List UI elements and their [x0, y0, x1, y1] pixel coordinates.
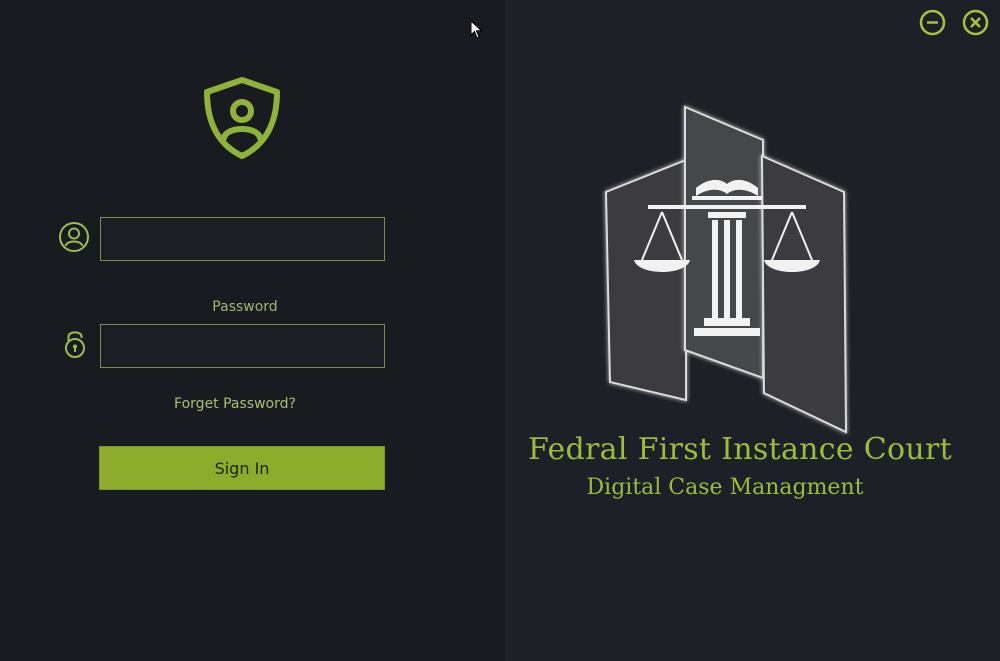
x-circle-icon[interactable] [962, 9, 989, 36]
password-label: Password [212, 299, 278, 315]
sign-in-button[interactable]: Sign In [99, 446, 385, 490]
login-window: Password Forget Password? Sign In Fedral… [0, 0, 1000, 661]
password-input[interactable] [100, 324, 385, 368]
scales-of-justice-icon [604, 105, 848, 434]
login-panel: Password Forget Password? Sign In [0, 0, 505, 661]
padlock-icon [65, 331, 85, 358]
username-input[interactable] [100, 217, 385, 261]
court-subtitle: Digital Case Managment [586, 475, 864, 500]
forget-password-link[interactable]: Forget Password? [100, 396, 370, 412]
minus-circle-icon[interactable] [919, 9, 946, 36]
user-circle-icon [59, 222, 89, 252]
shield-user-icon [204, 77, 280, 159]
mouse-pointer-icon [470, 20, 483, 39]
court-title: Fedral First Instance Court [528, 432, 952, 467]
